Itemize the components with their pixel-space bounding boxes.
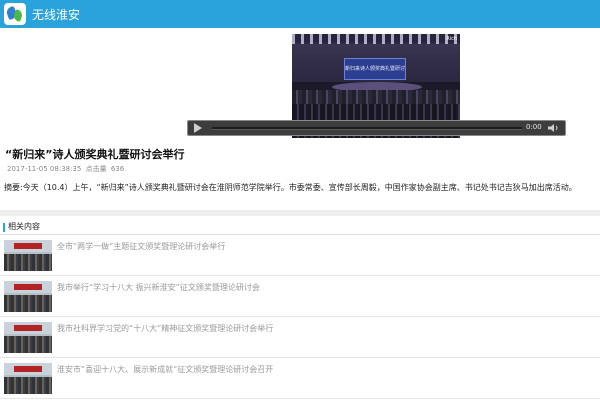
play-icon — [194, 123, 202, 133]
related-title[interactable]: 我市举行“学习十八大 振兴新淮安”征文颁奖暨理论研讨会 — [57, 282, 260, 293]
section-accent — [3, 223, 5, 232]
article-meta: 2017-11-05 08:38:35 点击量 636 — [7, 164, 126, 174]
video-player[interactable]: 新归来诗人颁奖典礼暨研讨会 Rich 0:00 — [187, 34, 566, 138]
top-bar: 无线淮安 — [0, 0, 600, 28]
related-item[interactable]: 全市“两学一做”主题征文颁奖暨理论研讨会举行 — [0, 236, 600, 276]
article-summary: 摘要:今天（10.4）上午，“新归来”诗人颁奖典礼暨研讨会在淮阴师范学院举行。市… — [4, 183, 577, 192]
app-title: 无线淮安 — [32, 7, 81, 22]
article-date: 2017-11-05 08:38:35 — [7, 165, 82, 173]
views-count: 636 — [110, 165, 125, 173]
related-item[interactable]: 我市举行“学习十八大 振兴新淮安”征文颁奖暨理论研讨会 — [0, 277, 600, 317]
related-item[interactable]: 我市社科界学习党的“十八大”精神征文颁奖暨理论研讨会举行 — [0, 318, 600, 358]
video-watermark: Rich — [446, 36, 457, 42]
stage-screen: 新归来诗人颁奖典礼暨研讨会 — [344, 58, 406, 80]
related-heading: 相关内容 — [8, 222, 40, 231]
related-thumbnail[interactable] — [4, 322, 52, 353]
related-thumbnail[interactable] — [4, 363, 52, 394]
related-thumbnail[interactable] — [4, 281, 52, 312]
related-title[interactable]: 我市社科界学习党的“十八大”精神征文颁奖暨理论研讨会举行 — [57, 323, 273, 334]
progress-bar[interactable] — [212, 127, 522, 130]
related-item[interactable]: 淮安市“喜迎十八大、展示新成就”征文颁奖暨理论研讨会召开 — [0, 359, 600, 399]
related-title[interactable]: 全市“两学一做”主题征文颁奖暨理论研讨会举行 — [57, 241, 225, 252]
article-title: “新归来”诗人颁奖典礼暨研讨会举行 — [5, 148, 185, 161]
views-label: 点击量 — [85, 165, 107, 173]
related-header: 相关内容 — [0, 219, 600, 235]
related-thumbnail[interactable] — [4, 240, 52, 271]
section-divider — [0, 210, 600, 216]
video-controls: 0:00 — [187, 120, 566, 136]
play-button[interactable] — [188, 121, 208, 135]
app-logo-icon[interactable] — [4, 3, 26, 25]
video-time: 0:00 — [526, 123, 542, 131]
related-title[interactable]: 淮安市“喜迎十八大、展示新成就”征文颁奖暨理论研讨会召开 — [57, 364, 273, 375]
volume-icon[interactable] — [548, 123, 560, 133]
